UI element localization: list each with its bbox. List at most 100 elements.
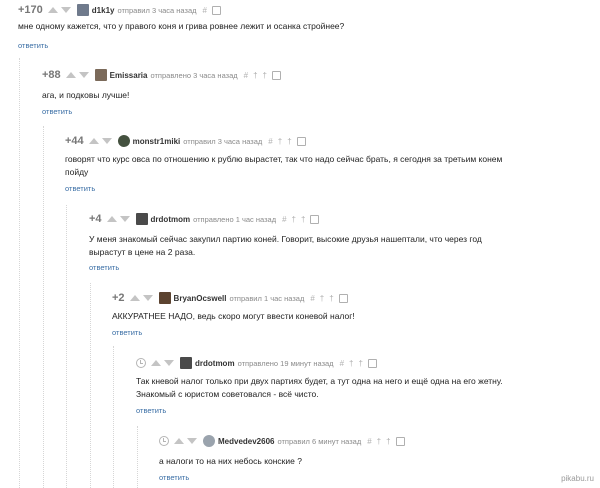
avatar[interactable] (135, 213, 148, 225)
thread-line (43, 126, 44, 488)
comment-time: отправлено 3 часа назад (150, 70, 238, 80)
comment-time: отправлено 1 час назад (193, 214, 277, 224)
comment-header: +4 drdotmom отправлено 1 час назад # † † (89, 212, 320, 226)
avatar[interactable] (180, 357, 192, 369)
pin-icon[interactable]: † (263, 71, 267, 80)
reply-link[interactable]: ответить (18, 41, 48, 50)
comment-text: У меня знакомый сейчас закупил партию ко… (89, 233, 482, 259)
comment-time: отправил 3 часа назад (117, 5, 197, 15)
username[interactable]: drdotmom (151, 215, 191, 224)
save-icon[interactable] (310, 214, 320, 224)
comment-header: drdotmom отправлено 19 минут назад # † † (136, 356, 377, 370)
comment-rating: +4 (89, 213, 102, 225)
comment-text: АККУРАТНЕЕ НАДО, ведь скоро могут ввести… (112, 311, 355, 321)
link-icon[interactable]: # (310, 294, 314, 303)
reply-link[interactable]: ответить (136, 406, 166, 415)
comment-rating: +88 (42, 69, 61, 81)
link-icon[interactable]: # (340, 359, 344, 368)
comment-header: +170 d1k1y отправил 3 часа назад # (18, 3, 221, 17)
pin-icon[interactable]: † (320, 294, 324, 303)
pin-icon[interactable]: † (349, 359, 353, 368)
downvote-icon[interactable] (60, 7, 71, 13)
username[interactable]: drdotmom (195, 359, 235, 368)
link-icon[interactable]: # (203, 6, 207, 15)
reply-link[interactable]: ответить (89, 263, 119, 272)
comment-text-line: пойду (65, 167, 89, 177)
thread-line (19, 58, 20, 488)
comment-header: +88 Emissaria отправлено 3 часа назад # … (42, 68, 281, 82)
pin-icon[interactable]: † (253, 71, 257, 80)
link-icon[interactable]: # (367, 437, 371, 446)
upvote-icon[interactable] (129, 295, 140, 301)
clock-icon (136, 358, 146, 368)
upvote-icon[interactable] (88, 138, 99, 144)
upvote-icon[interactable] (151, 360, 161, 366)
pin-icon[interactable]: † (278, 137, 282, 146)
watermark: pikabu.ru (561, 474, 594, 483)
clock-icon (159, 436, 169, 446)
thread-line (90, 283, 91, 488)
reply-link[interactable]: ответить (42, 107, 72, 116)
comment-text: а налоги то на них небось конские ? (159, 456, 302, 466)
upvote-icon[interactable] (106, 216, 117, 222)
pin-icon[interactable]: † (329, 294, 333, 303)
thread-line (113, 346, 114, 488)
upvote-icon[interactable] (47, 7, 58, 13)
pin-icon[interactable]: † (358, 359, 362, 368)
downvote-icon[interactable] (164, 360, 174, 366)
username[interactable]: BryanOcswell (174, 294, 227, 303)
comment-text: мне одному кажется, что у правого коня и… (18, 21, 345, 31)
comment-rating: +170 (18, 4, 43, 16)
pin-icon[interactable]: † (386, 437, 390, 446)
pin-icon[interactable]: † (377, 437, 381, 446)
link-icon[interactable]: # (268, 137, 272, 146)
save-icon[interactable] (296, 136, 306, 146)
comment-text-line: вырастут в цене на 2 раза. (89, 247, 196, 257)
avatar[interactable] (94, 69, 107, 81)
downvote-icon[interactable] (187, 438, 197, 444)
comment-text-line: говорят что курс овса по отношению к руб… (65, 154, 503, 164)
pin-icon[interactable]: † (292, 215, 296, 224)
reply-link[interactable]: ответить (159, 473, 189, 482)
thread-line (137, 426, 138, 488)
reply-link[interactable]: ответить (65, 184, 95, 193)
pin-icon[interactable]: † (287, 137, 291, 146)
comment-text: говорят что курс овса по отношению к руб… (65, 153, 502, 179)
comment-text-line: У меня знакомый сейчас закупил партию ко… (89, 234, 482, 244)
comment-text-line: Так кневой налог только при двух партиях… (136, 376, 503, 386)
comment-header: +2 BryanOcswell отправил 1 час назад # †… (112, 291, 348, 305)
upvote-icon[interactable] (174, 438, 184, 444)
link-icon[interactable]: # (244, 71, 248, 80)
save-icon[interactable] (211, 5, 221, 15)
username[interactable]: Medvedev2606 (218, 437, 274, 446)
comment-header: +44 monstr1miki отправил 3 часа назад # … (65, 134, 306, 148)
comment-time: отправил 3 часа назад (183, 136, 263, 146)
downvote-icon[interactable] (78, 72, 89, 78)
comment-text: Так кневой налог только при двух партиях… (136, 375, 503, 401)
save-icon[interactable] (367, 358, 377, 368)
username[interactable]: Emissaria (110, 71, 148, 80)
comment-time: отправил 6 минут назад (277, 436, 362, 446)
avatar[interactable] (117, 135, 130, 147)
upvote-icon[interactable] (65, 72, 76, 78)
username[interactable]: monstr1miki (133, 137, 181, 146)
downvote-icon[interactable] (101, 138, 112, 144)
save-icon[interactable] (395, 436, 405, 446)
pin-icon[interactable]: † (301, 215, 305, 224)
avatar[interactable] (76, 4, 89, 16)
reply-link[interactable]: ответить (112, 328, 142, 337)
downvote-icon[interactable] (142, 295, 153, 301)
comment-rating: +2 (112, 292, 125, 304)
username[interactable]: d1k1y (92, 6, 115, 15)
comment-time: отправил 1 час назад (229, 293, 305, 303)
downvote-icon[interactable] (119, 216, 130, 222)
link-icon[interactable]: # (282, 215, 286, 224)
avatar[interactable] (158, 292, 171, 304)
save-icon[interactable] (272, 70, 281, 80)
comment-text: ага, и подковы лучше! (42, 90, 130, 100)
save-icon[interactable] (338, 293, 348, 303)
thread-line (66, 205, 67, 488)
comment-header: Medvedev2606 отправил 6 минут назад # † … (159, 434, 405, 448)
comment-time: отправлено 19 минут назад (237, 358, 334, 368)
avatar[interactable] (203, 435, 215, 447)
